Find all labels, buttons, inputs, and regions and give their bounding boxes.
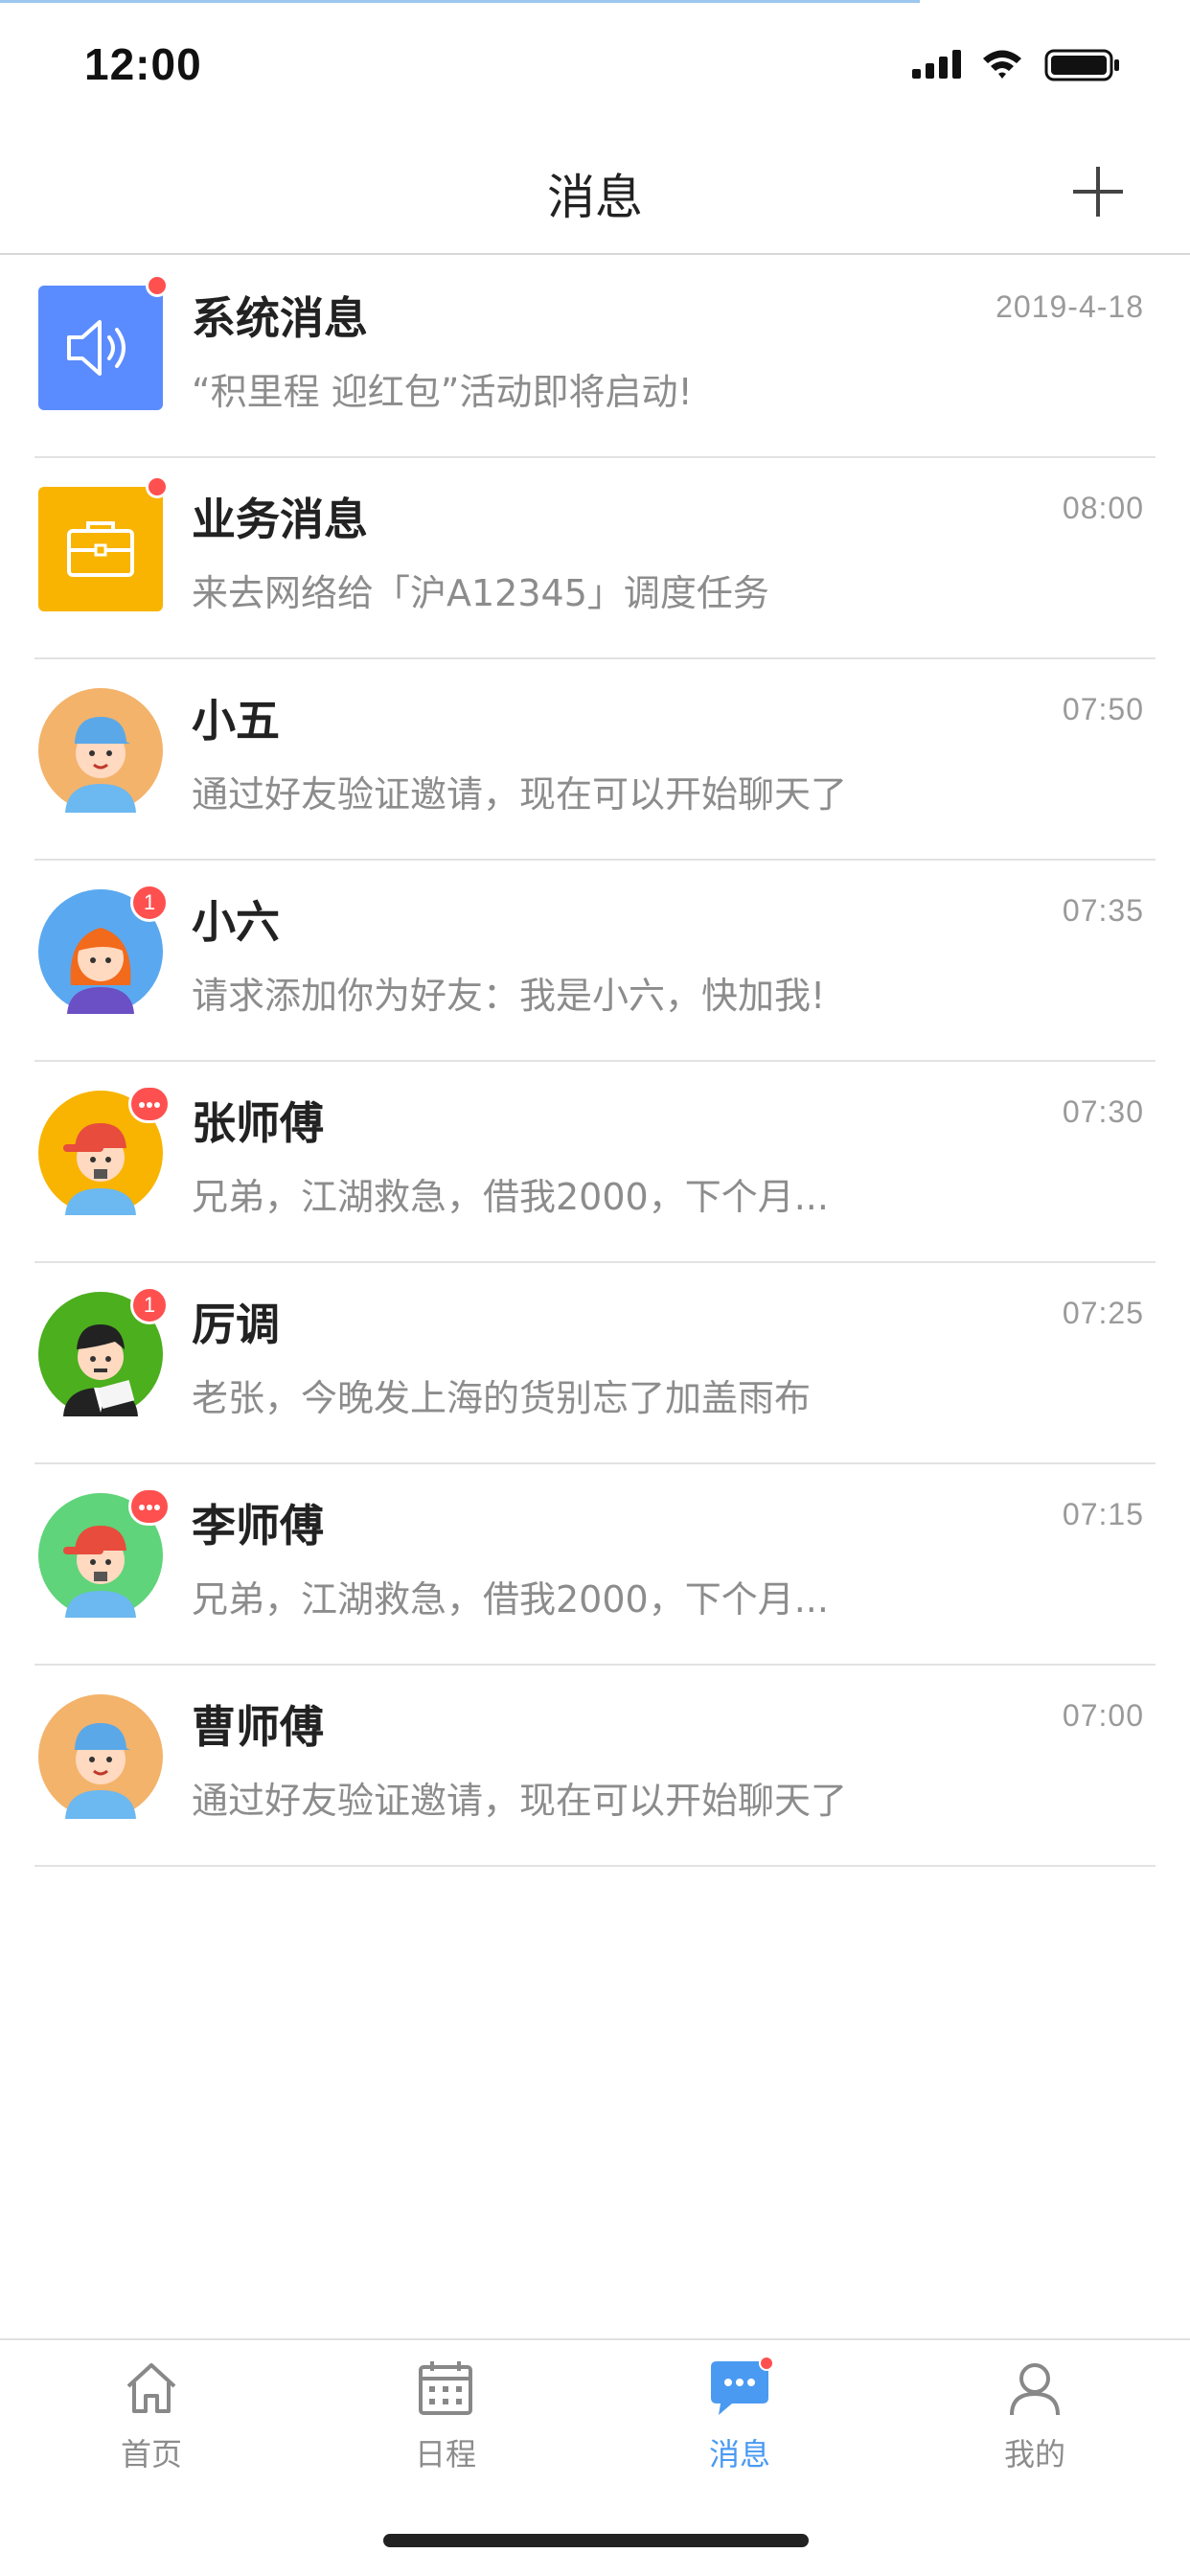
business-message-icon	[38, 475, 169, 611]
contact-name: 李师傅	[192, 1500, 324, 1552]
message-preview: 通过好友验证邀请，现在可以开始聊天了	[192, 773, 848, 816]
person-icon	[1010, 2363, 1060, 2416]
wifi-icon	[983, 50, 1021, 79]
contact-name: 曹师傅	[192, 1701, 324, 1753]
message-preview: 通过好友验证邀请，现在可以开始聊天了	[192, 1780, 848, 1822]
message-time: 07:50	[1062, 692, 1144, 726]
contact-name: 小五	[192, 695, 280, 747]
avatar	[38, 1487, 171, 1618]
tab-label: 首页	[120, 2436, 182, 2472]
avatar: 1	[38, 884, 169, 1014]
boy-avatar-icon	[38, 1694, 163, 1819]
message-preview: 来去网络给「沪A12345」调度任务	[192, 572, 769, 614]
message-time: 07:25	[1062, 1296, 1144, 1330]
message-time: 08:00	[1062, 491, 1144, 525]
briefcase-icon	[67, 521, 134, 577]
calendar-icon	[419, 2361, 472, 2415]
avatar: 1	[38, 1286, 169, 1416]
signal-icon	[912, 50, 961, 79]
message-preview: “积里程 迎红包”活动即将启动!	[192, 371, 693, 413]
nav-bar: 消息	[0, 134, 1190, 255]
contact-name: 业务消息	[192, 494, 368, 545]
avatar	[38, 1085, 171, 1215]
home-indicator[interactable]	[383, 2534, 809, 2547]
unread-dot	[146, 274, 169, 297]
message-preview: 兄弟，江湖救急，借我2000，下个月...	[192, 1578, 829, 1621]
boy-avatar-icon	[38, 688, 163, 813]
chat-icon	[711, 2358, 774, 2415]
page-title: 消息	[547, 170, 643, 225]
contact-name: 厉调	[192, 1299, 280, 1350]
tab-label: 我的	[1003, 2436, 1065, 2472]
contact-name: 系统消息	[192, 292, 368, 344]
tab-schedule[interactable]: 日程	[369, 2358, 522, 2492]
message-time: 07:15	[1062, 1497, 1144, 1531]
speaker-icon	[67, 320, 126, 376]
tab-profile[interactable]: 我的	[958, 2358, 1111, 2492]
message-preview: 请求添加你为好友：我是小六，快加我!	[192, 975, 826, 1017]
list-item[interactable]: 张师傅 兄弟，江湖救急，借我2000，下个月... 07:30	[0, 1062, 1190, 1263]
message-list: 系统消息 “积里程 迎红包”活动即将启动! 2019-4-18 业务消息 来去网…	[0, 257, 1190, 1867]
more-badge	[128, 1487, 171, 1526]
unread-dot	[146, 475, 169, 498]
list-item[interactable]: 业务消息 来去网络给「沪A12345」调度任务 08:00	[0, 458, 1190, 659]
avatar	[38, 688, 163, 813]
more-badge	[128, 1085, 171, 1123]
home-icon	[126, 2363, 176, 2413]
message-time: 07:00	[1062, 1698, 1144, 1733]
divider	[34, 1865, 1156, 1867]
contact-name: 张师傅	[192, 1097, 324, 1149]
tab-home[interactable]: 首页	[75, 2358, 228, 2492]
status-time: 12:00	[84, 39, 202, 89]
contact-name: 小六	[192, 896, 280, 948]
list-item[interactable]: 1 厉调 老张，今晚发上海的货别忘了加盖雨布 07:25	[0, 1263, 1190, 1464]
message-time: 07:35	[1062, 893, 1144, 928]
add-icon[interactable]	[1069, 163, 1127, 220]
message-time: 2019-4-18	[995, 289, 1144, 324]
tab-label: 日程	[414, 2436, 476, 2472]
list-item[interactable]: 李师傅 兄弟，江湖救急，借我2000，下个月... 07:15	[0, 1464, 1190, 1666]
list-item[interactable]: 1 小六 请求添加你为好友：我是小六，快加我! 07:35	[0, 861, 1190, 1062]
list-item[interactable]: 小五 通过好友验证邀请，现在可以开始聊天了 07:50	[0, 659, 1190, 861]
system-message-icon	[38, 274, 169, 410]
list-item[interactable]: 系统消息 “积里程 迎红包”活动即将启动! 2019-4-18	[0, 257, 1190, 458]
list-item[interactable]: 曹师傅 通过好友验证邀请，现在可以开始聊天了 07:00	[0, 1666, 1190, 1867]
status-bar: 12:00	[0, 0, 1190, 129]
unread-count-badge: 1	[130, 884, 169, 922]
avatar	[38, 1694, 163, 1819]
message-time: 07:30	[1062, 1094, 1144, 1129]
tab-messages[interactable]: 消息	[663, 2358, 816, 2492]
message-preview: 兄弟，江湖救急，借我2000，下个月...	[192, 1176, 829, 1218]
unread-count-badge: 1	[130, 1286, 169, 1324]
battery-icon	[1044, 49, 1119, 81]
tab-label: 消息	[708, 2436, 770, 2472]
message-preview: 老张，今晚发上海的货别忘了加盖雨布	[192, 1377, 812, 1419]
tab-bar: 首页 日程 消息 我的	[0, 2338, 1190, 2501]
